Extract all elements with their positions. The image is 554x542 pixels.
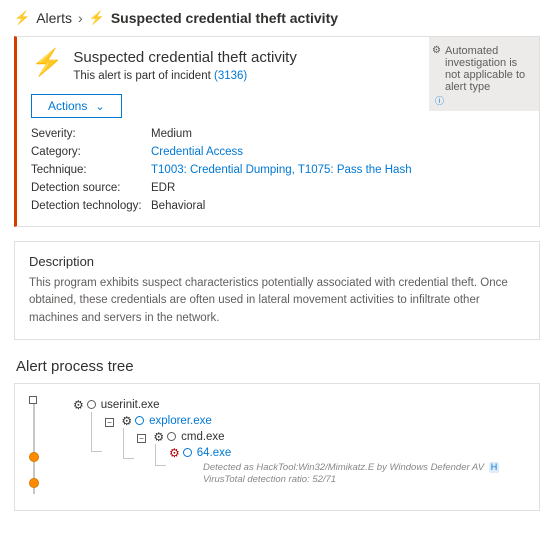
automated-investigation-panel: ⚙ Automated investigation is not applica…	[429, 37, 539, 111]
alert-metadata: Severity: Medium Category: Credential Ac…	[31, 128, 525, 212]
process-circle-icon	[167, 432, 176, 441]
gear-icon: ⚙	[153, 430, 164, 444]
process-circle-icon	[87, 400, 96, 409]
chevron-down-icon: ⌄	[95, 100, 104, 113]
bolt-icon: ⚡	[14, 10, 30, 26]
detection-technology-value: Behavioral	[151, 200, 525, 212]
expander-icon[interactable]: −	[105, 418, 114, 427]
bolt-icon: ⚡	[89, 10, 105, 26]
gear-icon: ⚙	[121, 414, 132, 428]
process-node-userinit[interactable]: ⚙ userinit.exe	[73, 398, 160, 412]
tree-marker-icon	[29, 452, 39, 462]
detection-technology-label: Detection technology:	[31, 200, 151, 212]
severity-value: Medium	[151, 128, 525, 140]
expander-icon[interactable]: −	[137, 434, 146, 443]
breadcrumb-root[interactable]: Alerts	[36, 10, 72, 26]
process-name: userinit.exe	[101, 399, 160, 411]
breadcrumb-current: Suspected credential theft activity	[111, 10, 338, 26]
process-circle-icon	[183, 448, 192, 457]
info-icon[interactable]: ⓘ	[435, 94, 444, 107]
process-circle-icon	[135, 416, 144, 425]
description-card: Description This program exhibits suspec…	[14, 241, 540, 340]
breadcrumb: ⚡ Alerts › ⚡ Suspected credential theft …	[14, 10, 540, 26]
category-value[interactable]: Credential Access	[151, 146, 525, 158]
technique-label: Technique:	[31, 164, 151, 176]
process-node-64exe[interactable]: ⚙ 64.exe	[169, 446, 231, 460]
process-name: cmd.exe	[181, 431, 224, 443]
process-tree-title: Alert process tree	[16, 358, 540, 375]
incident-prefix: This alert is part of incident	[73, 70, 210, 82]
incident-link[interactable]: (3136)	[214, 70, 247, 82]
process-node-cmd[interactable]: ⚙ cmd.exe	[153, 430, 224, 444]
alert-title: Suspected credential theft activity	[73, 49, 296, 66]
detection-line2: VirusTotal detection ratio: 52/71	[203, 474, 336, 485]
alert-summary-card: ⚙ Automated investigation is not applica…	[14, 36, 540, 227]
chevron-right-icon: ›	[78, 10, 83, 26]
alert-bolt-icon: ⚡	[31, 49, 63, 75]
description-title: Description	[29, 254, 525, 269]
severity-label: Severity:	[31, 128, 151, 140]
gear-icon: ⚙	[73, 398, 84, 412]
detection-source-value: EDR	[151, 182, 525, 194]
actions-label: Actions	[48, 99, 87, 113]
auto-investigation-text: Automated investigation is not applicabl…	[445, 45, 525, 93]
tree-marker-icon	[29, 478, 39, 488]
detection-source-label: Detection source:	[31, 182, 151, 194]
process-name: 64.exe	[197, 447, 232, 459]
detection-badge[interactable]: H	[489, 462, 500, 474]
gear-icon: ⚙	[432, 45, 441, 56]
category-label: Category:	[31, 146, 151, 158]
description-body: This program exhibits suspect characteri…	[29, 275, 525, 327]
process-node-explorer[interactable]: ⚙ explorer.exe	[121, 414, 211, 428]
actions-button[interactable]: Actions ⌄	[31, 94, 122, 118]
process-tree-card: ⚙ userinit.exe − ⚙ explorer.exe	[14, 383, 540, 512]
detection-detail: Detected as HackTool:Win32/Mimikatz.E by…	[203, 462, 525, 487]
technique-value[interactable]: T1003: Credential Dumping, T1075: Pass t…	[151, 164, 525, 176]
detection-line1: Detected as HackTool:Win32/Mimikatz.E by…	[203, 462, 484, 473]
gear-alert-icon: ⚙	[169, 446, 180, 460]
tree-collapse-icon[interactable]	[29, 396, 37, 404]
process-name: explorer.exe	[149, 415, 212, 427]
